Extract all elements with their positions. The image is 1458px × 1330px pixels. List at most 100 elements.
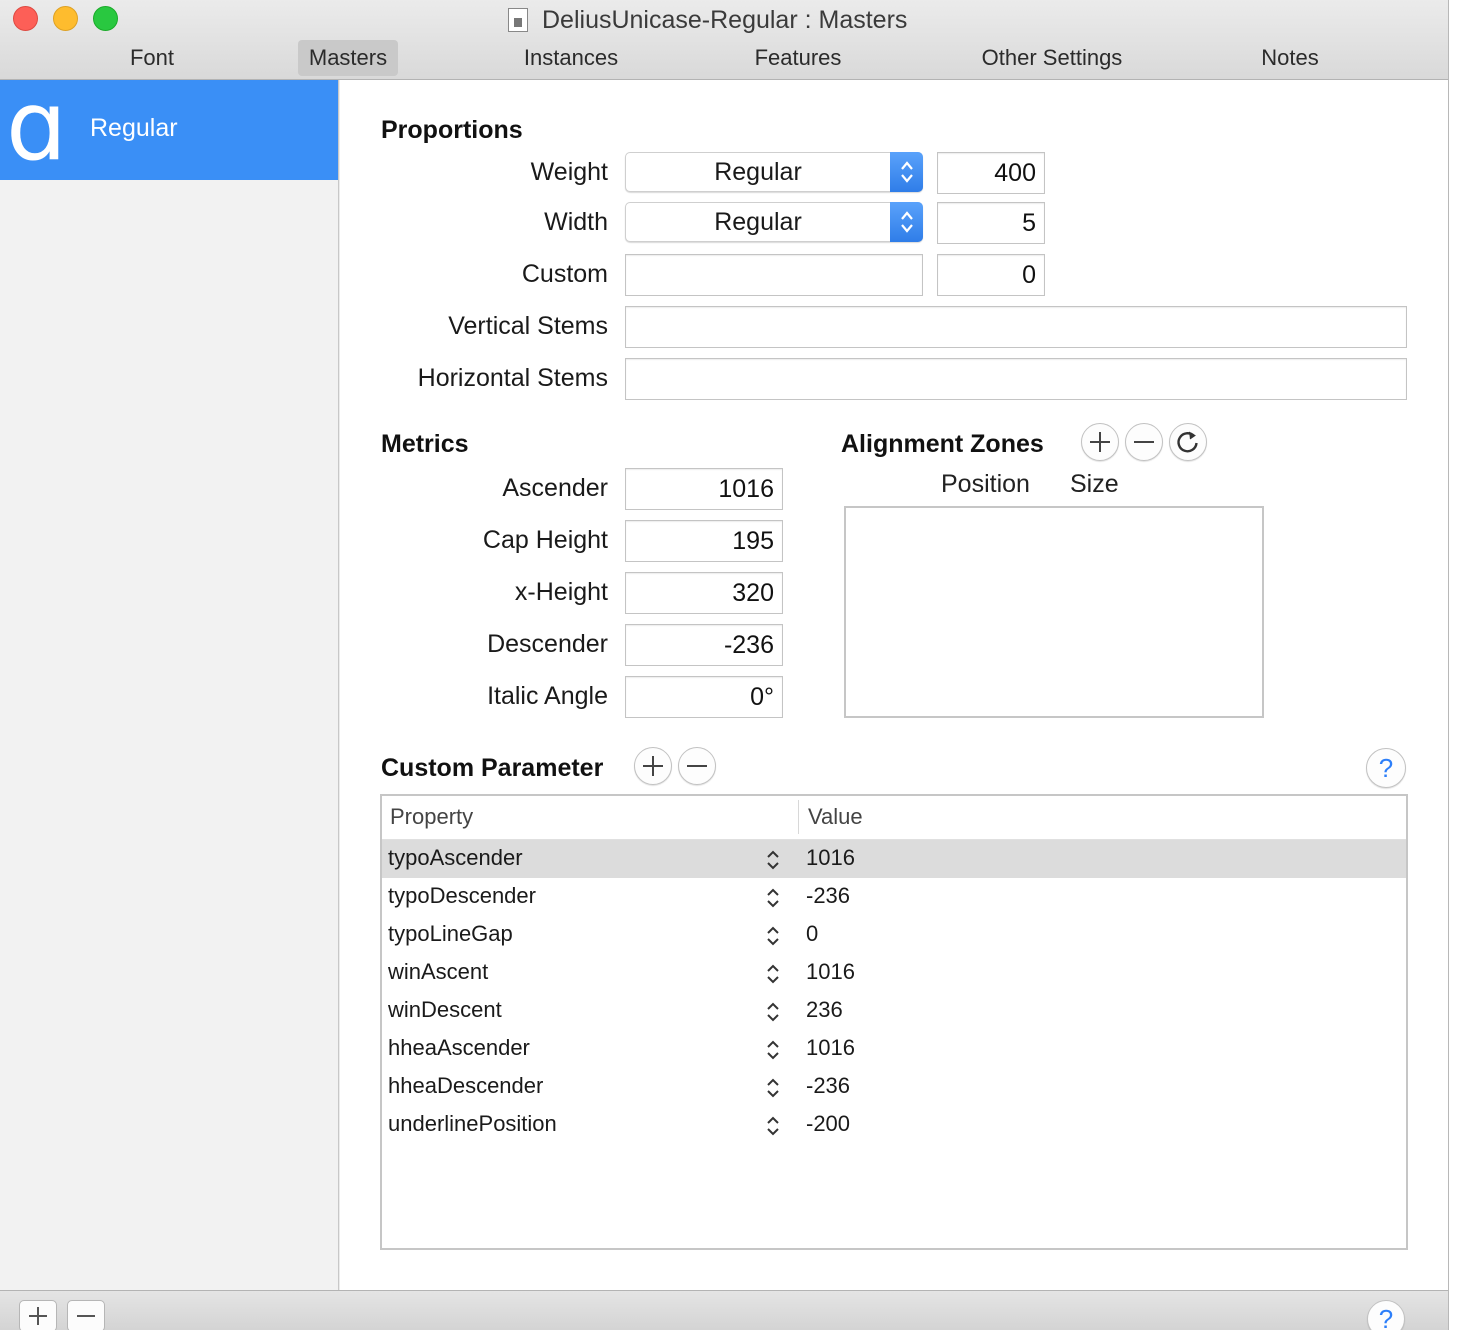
width-popup[interactable]: Regular [625, 202, 923, 242]
add-parameter-button[interactable] [634, 747, 672, 785]
table-row[interactable]: winDescent 236 [382, 992, 1406, 1030]
updown-chevron-icon[interactable] [762, 961, 784, 987]
width-value-field[interactable]: 5 [937, 202, 1045, 244]
close-window-button[interactable] [13, 6, 38, 31]
custom-label: Custom [521, 260, 608, 288]
table-row[interactable]: typoLineGap 0 [382, 916, 1406, 954]
value-cell[interactable]: -200 [806, 1111, 850, 1137]
x-height-label: x-Height [514, 578, 608, 606]
alignment-zones-list[interactable] [844, 506, 1264, 718]
horizontal-stems-field[interactable] [625, 358, 1407, 400]
plus-icon [1090, 432, 1110, 452]
property-cell[interactable]: typoDescender [388, 883, 536, 909]
updown-chevron-icon[interactable] [762, 999, 784, 1025]
tab-bar: Font Masters Instances Features Other Se… [0, 40, 1448, 76]
minus-icon [77, 1315, 95, 1317]
weight-label: Weight [530, 158, 608, 186]
plus-icon [643, 756, 663, 776]
ascender-label: Ascender [502, 474, 608, 502]
alignment-zones-heading: Alignment Zones [841, 430, 1044, 458]
window-title: DeliusUnicase-Regular : Masters [542, 5, 908, 34]
updown-chevron-icon[interactable] [762, 885, 784, 911]
property-column-header[interactable]: Property [390, 804, 473, 830]
add-master-button[interactable] [19, 1300, 57, 1330]
property-cell[interactable]: underlinePosition [388, 1111, 557, 1137]
custom-parameter-heading: Custom Parameter [381, 754, 604, 782]
remove-zone-button[interactable] [1125, 423, 1163, 461]
italic-angle-field[interactable]: 0° [625, 676, 783, 718]
master-glyph-preview: ɑ [6, 70, 67, 182]
tab-features[interactable]: Features [738, 40, 858, 76]
help-button-bottom[interactable]: ? [1367, 1300, 1405, 1330]
updown-chevron-icon[interactable] [762, 847, 784, 873]
weight-popup[interactable]: Regular [625, 152, 923, 192]
help-button[interactable]: ? [1366, 748, 1406, 788]
descender-label: Descender [487, 630, 608, 658]
table-row[interactable]: typoAscender 1016 [382, 840, 1406, 878]
value-cell[interactable]: -236 [806, 1073, 850, 1099]
property-cell[interactable]: hheaDescender [388, 1073, 543, 1099]
refresh-zones-button[interactable] [1169, 423, 1207, 461]
zones-size-column: Size [1070, 470, 1119, 498]
vertical-stems-field[interactable] [625, 306, 1407, 348]
property-cell[interactable]: winAscent [388, 959, 488, 985]
remove-parameter-button[interactable] [678, 747, 716, 785]
master-settings-panel: Proportions Weight Regular 400 Width Reg… [340, 80, 1448, 1290]
refresh-icon [1177, 431, 1198, 453]
weight-value-field[interactable]: 400 [937, 152, 1045, 194]
italic-angle-label: Italic Angle [487, 682, 608, 710]
property-cell[interactable]: typoAscender [388, 845, 523, 871]
updown-chevron-icon[interactable] [762, 1075, 784, 1101]
tab-masters[interactable]: Masters [298, 40, 398, 76]
window: DeliusUnicase-Regular : Masters Font Mas… [0, 0, 1448, 1330]
metrics-heading: Metrics [381, 430, 469, 458]
property-cell[interactable]: winDescent [388, 997, 502, 1023]
updown-chevron-icon[interactable] [762, 923, 784, 949]
x-height-field[interactable]: 320 [625, 572, 783, 614]
value-cell[interactable]: 236 [806, 997, 843, 1023]
updown-chevron-icon [890, 152, 923, 192]
remove-master-button[interactable] [67, 1300, 105, 1330]
tab-notes[interactable]: Notes [1245, 40, 1335, 76]
window-title-area: DeliusUnicase-Regular : Masters [508, 4, 907, 36]
updown-chevron-icon[interactable] [762, 1113, 784, 1139]
vertical-stems-label: Vertical Stems [448, 312, 608, 340]
property-cell[interactable]: hheaAscender [388, 1035, 530, 1061]
tab-other-settings[interactable]: Other Settings [960, 40, 1144, 76]
tab-font[interactable]: Font [108, 40, 196, 76]
value-cell[interactable]: 0 [806, 921, 818, 947]
custom-name-field[interactable] [625, 254, 923, 296]
cap-height-field[interactable]: 195 [625, 520, 783, 562]
add-zone-button[interactable] [1081, 423, 1119, 461]
width-popup-value: Regular [714, 207, 802, 236]
masters-sidebar: ɑ Regular [0, 76, 339, 1290]
ascender-field[interactable]: 1016 [625, 468, 783, 510]
value-cell[interactable]: -236 [806, 883, 850, 909]
updown-chevron-icon [890, 202, 923, 242]
custom-value-field[interactable]: 0 [937, 254, 1045, 296]
weight-popup-value: Regular [714, 157, 802, 186]
master-name: Regular [90, 114, 178, 142]
help-icon: ? [1378, 752, 1394, 783]
custom-parameter-table[interactable]: Property Value typoAscender 1016 typoDesce… [380, 794, 1408, 1250]
zoom-window-button[interactable] [93, 6, 118, 31]
document-icon [508, 8, 528, 32]
value-cell[interactable]: 1016 [806, 1035, 855, 1061]
property-cell[interactable]: typoLineGap [388, 921, 513, 947]
updown-chevron-icon[interactable] [762, 1037, 784, 1063]
table-row[interactable]: hheaAscender 1016 [382, 1030, 1406, 1068]
table-row[interactable]: winAscent 1016 [382, 954, 1406, 992]
table-row[interactable]: typoDescender -236 [382, 878, 1406, 916]
master-item-regular[interactable]: ɑ Regular [0, 76, 338, 180]
proportions-heading: Proportions [381, 116, 523, 144]
descender-field[interactable]: -236 [625, 624, 783, 666]
minimize-window-button[interactable] [53, 6, 78, 31]
value-cell[interactable]: 1016 [806, 959, 855, 985]
table-row[interactable]: hheaDescender -236 [382, 1068, 1406, 1106]
tab-instances[interactable]: Instances [505, 40, 637, 76]
value-column-header[interactable]: Value [808, 804, 863, 830]
table-row[interactable]: underlinePosition -200 [382, 1106, 1406, 1144]
value-cell[interactable]: 1016 [806, 845, 855, 871]
column-divider[interactable] [798, 800, 799, 834]
title-bar: DeliusUnicase-Regular : Masters Font Mas… [0, 0, 1448, 80]
